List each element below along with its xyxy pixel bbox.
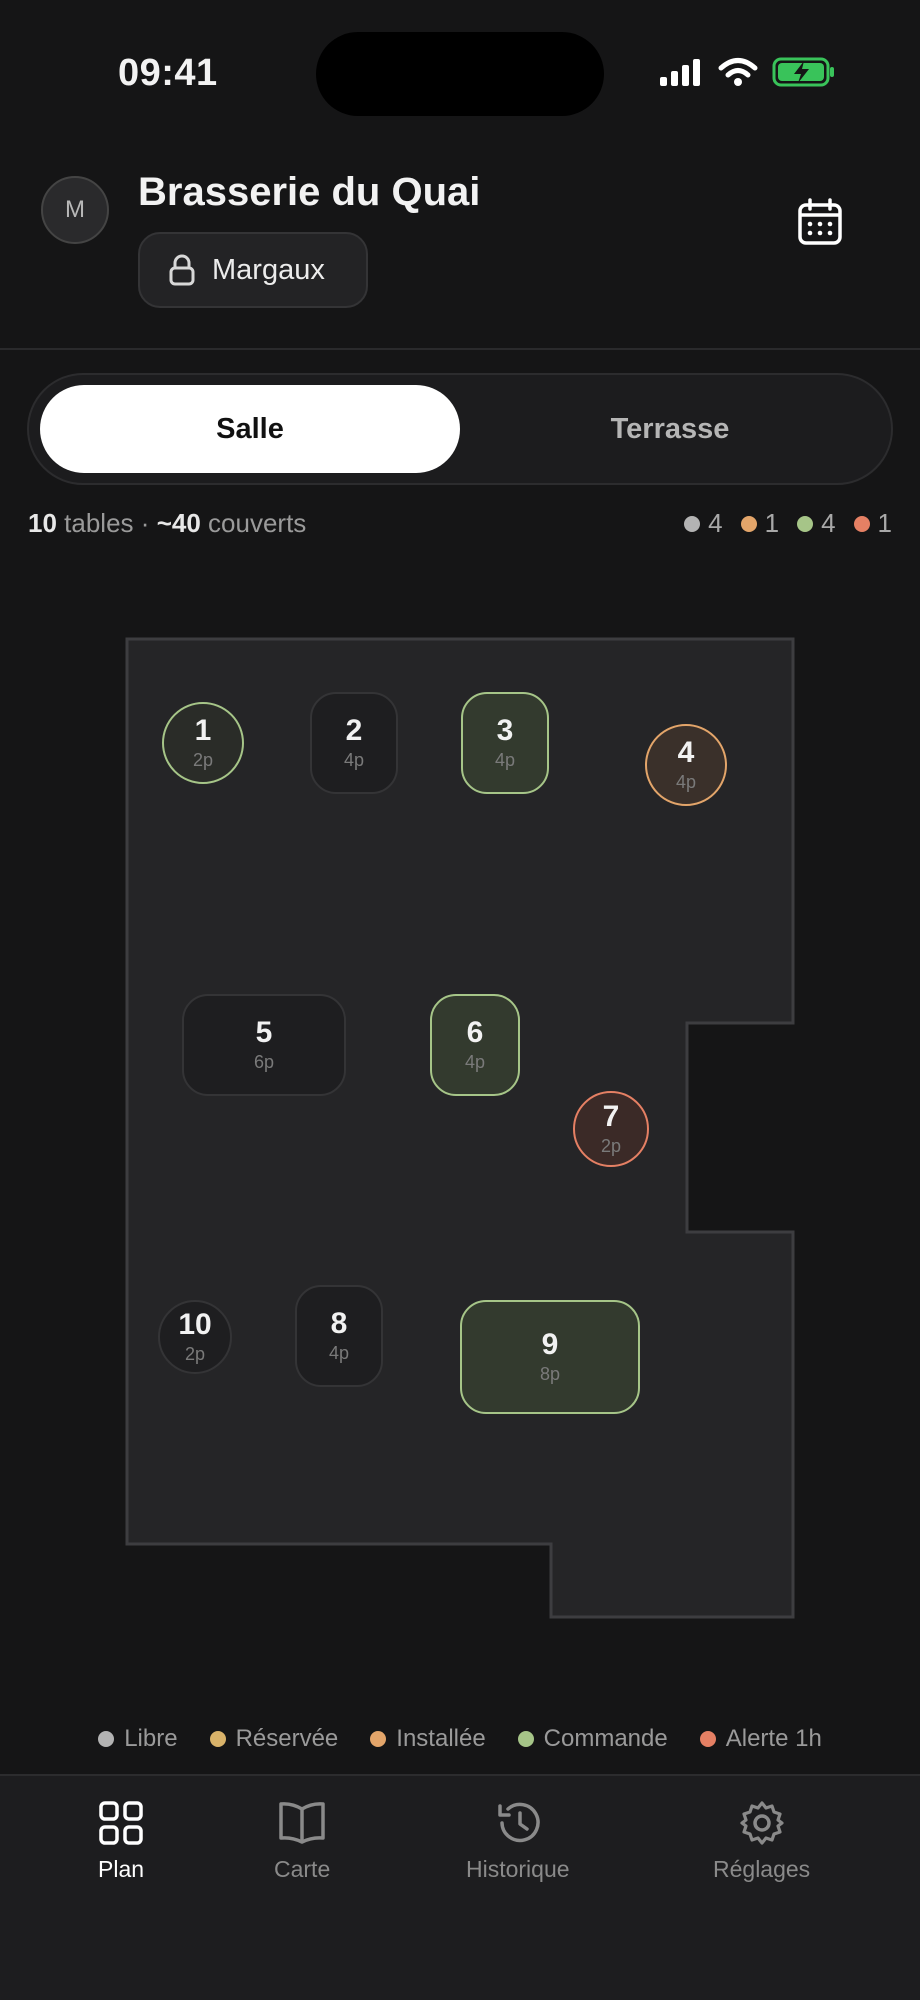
- legend-label: Commande: [543, 1725, 668, 1752]
- tab-label: Carte: [274, 1856, 331, 1882]
- count-value: 1: [877, 508, 892, 538]
- status-dot: [853, 515, 870, 532]
- tab-carte[interactable]: Carte: [274, 1800, 330, 1883]
- book-icon: [279, 1802, 325, 1844]
- status-counts: 4 1 4 1: [684, 508, 892, 539]
- table-capacity: 4p: [494, 750, 516, 771]
- count-libre: 4: [684, 508, 723, 539]
- tab-label: Historique: [466, 1856, 570, 1882]
- table-1[interactable]: 1 2p: [162, 702, 244, 784]
- grid-icon: [99, 1801, 143, 1845]
- room-summary: 10 tables · ~40 couverts: [28, 508, 306, 539]
- table-capacity: 4p: [343, 750, 365, 771]
- count-value: 4: [821, 508, 836, 538]
- legend-item: Commande: [517, 1725, 668, 1753]
- table-number: 8: [330, 1306, 348, 1340]
- legend-dot: [517, 1731, 534, 1747]
- signal-icon: [660, 59, 700, 86]
- tab-historique[interactable]: Historique: [466, 1800, 570, 1883]
- legend-label: Réservée: [235, 1725, 339, 1752]
- table-number: 4: [677, 735, 695, 769]
- table-capacity: 4p: [328, 1343, 350, 1364]
- table-capacity: 4p: [464, 1052, 486, 1073]
- tab-label: Réglages: [713, 1856, 811, 1882]
- table-number: 6: [466, 1015, 484, 1049]
- legend-dot: [98, 1731, 115, 1747]
- avatar[interactable]: M: [41, 176, 109, 244]
- header-divider: [0, 348, 920, 350]
- tab-label: Plan: [98, 1856, 145, 1882]
- tables-label: tables: [64, 508, 134, 538]
- legend-item: Réservée: [209, 1725, 339, 1753]
- table-capacity: 6p: [253, 1052, 275, 1073]
- table-5[interactable]: 5 6p: [182, 994, 346, 1096]
- count-value: 4: [708, 508, 723, 538]
- legend-label: Alerte 1h: [725, 1725, 822, 1752]
- table-number: 1: [194, 713, 212, 747]
- legend-dot: [370, 1731, 387, 1747]
- venue-title: Brasserie du Quai: [138, 170, 481, 214]
- table-number: 2: [345, 713, 363, 747]
- covers-label: couverts: [208, 508, 307, 538]
- status-dot: [797, 515, 814, 532]
- legend-dot: [209, 1731, 226, 1747]
- table-number: 10: [178, 1307, 212, 1341]
- user-chip[interactable]: Margaux: [138, 232, 368, 308]
- history-icon: [498, 1802, 540, 1843]
- gear-icon: [739, 1801, 784, 1845]
- table-2[interactable]: 2 4p: [310, 692, 398, 794]
- status-dot: [684, 515, 701, 532]
- table-capacity: 4p: [675, 772, 697, 793]
- user-name: Margaux: [212, 253, 325, 286]
- covers-count: ~40: [156, 508, 201, 538]
- legend-item: Alerte 1h: [699, 1725, 822, 1753]
- tables-count: 10: [28, 508, 57, 538]
- count-value: 1: [764, 508, 780, 538]
- status-legend: Libre Réservée Installée Commande Alerte…: [0, 1725, 920, 1753]
- count-commande: 4: [797, 508, 836, 539]
- legend-item: Installée: [370, 1725, 486, 1753]
- table-9[interactable]: 9 8p: [460, 1300, 640, 1414]
- tab-terrasse[interactable]: Terrasse: [460, 385, 880, 473]
- count-installee: 1: [740, 508, 780, 539]
- table-capacity: 2p: [192, 750, 214, 771]
- legend-item: Libre: [98, 1725, 178, 1753]
- table-number: 7: [602, 1099, 620, 1133]
- count-alerte: 1: [853, 508, 892, 539]
- legend-label: Installée: [396, 1725, 486, 1752]
- status-icons: [658, 56, 836, 88]
- wifi-icon: [718, 58, 758, 86]
- table-7[interactable]: 7 2p: [573, 1091, 649, 1167]
- tab-plan[interactable]: Plan: [98, 1800, 144, 1883]
- summary-separator: ·: [140, 508, 150, 538]
- legend-label: Libre: [124, 1725, 178, 1752]
- table-10[interactable]: 10 2p: [158, 1300, 232, 1374]
- calendar-button[interactable]: [790, 192, 850, 252]
- tab-salle[interactable]: Salle: [40, 385, 460, 473]
- tab-reglages[interactable]: Réglages: [713, 1800, 810, 1883]
- table-capacity: 2p: [600, 1136, 622, 1157]
- table-3[interactable]: 3 4p: [461, 692, 549, 794]
- calendar-icon: [798, 198, 842, 245]
- table-number: 5: [255, 1015, 273, 1049]
- table-capacity: 2p: [184, 1344, 206, 1365]
- battery-charging-icon: [772, 57, 834, 87]
- table-capacity: 8p: [539, 1364, 561, 1385]
- status-time: 09:41: [118, 52, 218, 94]
- lock-icon: [169, 254, 195, 286]
- dynamic-island: [316, 32, 604, 116]
- table-8[interactable]: 8 4p: [295, 1285, 383, 1387]
- table-number: 9: [541, 1327, 559, 1361]
- status-dot: [740, 515, 757, 532]
- legend-dot: [699, 1731, 716, 1747]
- table-number: 3: [496, 713, 514, 747]
- table-4[interactable]: 4 4p: [645, 724, 727, 806]
- table-6[interactable]: 6 4p: [430, 994, 520, 1096]
